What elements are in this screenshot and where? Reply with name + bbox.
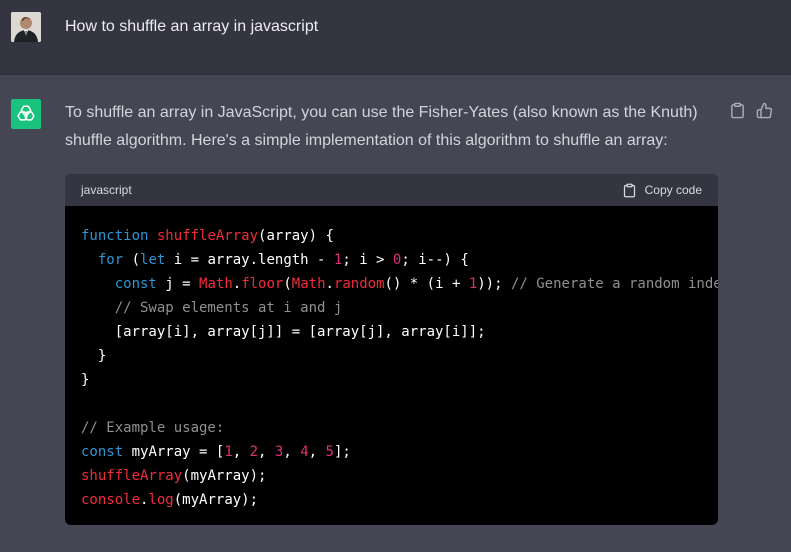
copy-code-label: Copy code bbox=[644, 183, 702, 197]
code-line: const myArray = [1, 2, 3, 4, 5]; bbox=[81, 440, 702, 464]
code-token: shuffleArray bbox=[81, 468, 183, 484]
code-token: (array) { bbox=[258, 228, 334, 244]
code-token: ; i--) { bbox=[401, 252, 469, 268]
code-token: Math bbox=[291, 276, 326, 292]
code-token: (myArray); bbox=[182, 468, 267, 484]
assistant-message-row: To shuffle an array in JavaScript, you c… bbox=[0, 75, 791, 552]
code-token: // Example usage: bbox=[81, 420, 225, 436]
code-token: - bbox=[308, 252, 334, 268]
code-token: 4 bbox=[300, 444, 309, 460]
code-token: () * (i + bbox=[384, 276, 469, 292]
code-token: // Generate a random inde bbox=[510, 276, 718, 292]
code-token: function bbox=[81, 228, 149, 244]
code-token: shuffleArray bbox=[156, 228, 259, 244]
code-token: 2 bbox=[249, 444, 259, 460]
code-line: function shuffleArray(array) { bbox=[81, 224, 702, 248]
clipboard-icon bbox=[622, 183, 637, 198]
code-token: } bbox=[81, 372, 90, 388]
code-token: [array[i], array[j]] = [array[j], array[… bbox=[81, 324, 486, 340]
code-token: // Swap elements at i and j bbox=[114, 300, 343, 316]
code-line: // Swap elements at i and j bbox=[81, 296, 702, 320]
code-token: , bbox=[258, 444, 275, 460]
code-language-label: javascript bbox=[81, 183, 132, 197]
code-token: const bbox=[114, 276, 157, 292]
code-line: const j = Math.floor(Math.random() * (i … bbox=[81, 272, 718, 296]
code-token: myArray = [ bbox=[123, 444, 225, 460]
code-token: )); bbox=[477, 276, 511, 292]
code-token: for bbox=[97, 252, 124, 268]
code-token: , bbox=[308, 444, 326, 460]
code-token: j = bbox=[156, 276, 200, 292]
code-line: // Example usage: bbox=[81, 416, 702, 440]
code-block: javascript Copy code function shuffleArr… bbox=[65, 174, 718, 525]
code-token: } bbox=[81, 348, 107, 364]
code-line: [array[i], array[j]] = [array[j], array[… bbox=[81, 320, 702, 344]
code-token: 1 bbox=[468, 276, 478, 292]
code-token: floor bbox=[241, 276, 284, 292]
user-message-text: How to shuffle an array in javascript bbox=[65, 18, 319, 35]
code-token: ; i > bbox=[342, 252, 393, 268]
user-avatar bbox=[11, 12, 41, 42]
code-token: 5 bbox=[325, 444, 334, 460]
code-token: const bbox=[81, 444, 124, 460]
code-content[interactable]: function shuffleArray(array) { for (let … bbox=[65, 206, 718, 525]
code-token: ( bbox=[283, 276, 292, 292]
code-header: javascript Copy code bbox=[65, 174, 718, 206]
code-token: (myArray); bbox=[173, 492, 259, 508]
code-token: random bbox=[333, 276, 385, 292]
thumbs-up-icon[interactable] bbox=[756, 102, 773, 119]
code-line: console.log(myArray); bbox=[81, 488, 702, 512]
assistant-message-text: To shuffle an array in JavaScript, you c… bbox=[65, 104, 698, 149]
copy-code-button[interactable]: Copy code bbox=[622, 183, 702, 198]
code-token: , bbox=[232, 444, 250, 460]
code-token: ]; bbox=[333, 444, 351, 460]
code-token: log bbox=[148, 492, 174, 508]
code-line: } bbox=[81, 368, 702, 392]
code-token: . bbox=[325, 276, 334, 292]
code-token: length bbox=[258, 252, 309, 268]
code-token: 1 bbox=[224, 444, 233, 460]
code-token: ( bbox=[123, 252, 141, 268]
user-message-row: How to shuffle an array in javascript bbox=[0, 0, 791, 75]
assistant-logo-icon bbox=[11, 99, 41, 129]
code-line: } bbox=[81, 344, 702, 368]
code-token: Math bbox=[199, 276, 233, 292]
code-token: , bbox=[283, 444, 301, 460]
code-token: let bbox=[140, 252, 166, 268]
message-actions bbox=[729, 102, 773, 119]
code-token: i = array. bbox=[165, 252, 259, 268]
code-token: . bbox=[232, 276, 242, 292]
code-line: for (let i = array.length - 1; i > 0; i-… bbox=[81, 248, 702, 272]
clipboard-icon[interactable] bbox=[729, 102, 746, 119]
code-line: shuffleArray(myArray); bbox=[81, 464, 702, 488]
code-token: console bbox=[81, 492, 141, 508]
